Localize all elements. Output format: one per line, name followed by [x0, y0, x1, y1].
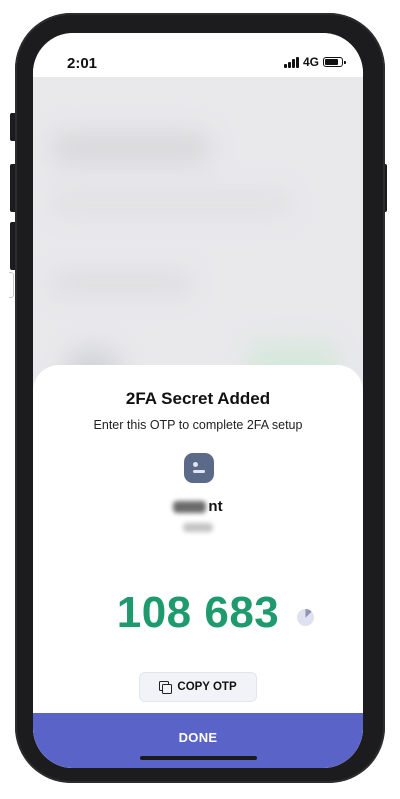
redacted-account-name	[173, 501, 207, 514]
phone-screen: 2:01 4G 2FA Secret Added Enter this OTP …	[33, 33, 363, 768]
redacted-account-issuer	[183, 523, 213, 532]
sheet-subtitle: Enter this OTP to complete 2FA setup	[93, 418, 303, 432]
copy-otp-button[interactable]: COPY OTP	[139, 672, 257, 702]
home-indicator	[140, 756, 257, 760]
copy-icon	[159, 681, 173, 694]
otp-code: 108 683	[116, 588, 280, 637]
status-bar: 2:01 4G	[33, 33, 363, 77]
signal-icon	[284, 56, 299, 68]
account-icon	[184, 453, 214, 483]
account-name-visible: nt	[208, 498, 223, 515]
status-icons: 4G	[284, 55, 346, 69]
blurred-background-app	[33, 77, 363, 407]
otp-bottom-sheet: 2FA Secret Added Enter this OTP to compl…	[33, 365, 363, 768]
copy-otp-label: COPY OTP	[177, 681, 237, 693]
network-label: 4G	[302, 55, 319, 69]
status-time: 2:01	[67, 55, 98, 72]
countdown-timer-icon	[297, 609, 314, 626]
sheet-title: 2FA Secret Added	[125, 389, 271, 408]
sim-tray	[9, 272, 14, 298]
battery-icon	[323, 57, 346, 67]
canvas: 2:01 4G 2FA Secret Added Enter this OTP …	[0, 0, 400, 799]
done-label: DONE	[178, 730, 218, 745]
account-name: nt	[33, 498, 363, 515]
